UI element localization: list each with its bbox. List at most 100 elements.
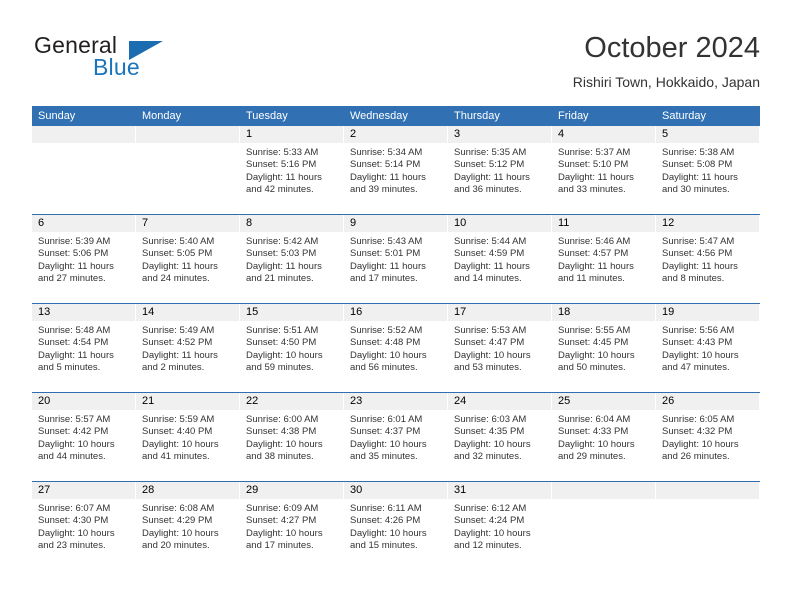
weekday-header-monday: Monday: [142, 110, 182, 122]
day-details: Sunrise: 5:55 AM Sunset: 4:45 PM Dayligh…: [552, 321, 656, 375]
day-cell[interactable]: 24 Sunrise: 6:03 AM Sunset: 4:35 PM Dayl…: [448, 393, 552, 481]
day-cell[interactable]: 13 Sunrise: 5:48 AM Sunset: 4:54 PM Dayl…: [32, 304, 136, 392]
sunset-text: Sunset: 5:03 PM: [246, 248, 317, 260]
daylight-text: Daylight: 11 hours and 14 minutes.: [454, 260, 530, 285]
day-cell[interactable]: 25 Sunrise: 6:04 AM Sunset: 4:33 PM Dayl…: [552, 393, 656, 481]
day-cell[interactable]: 12 Sunrise: 5:47 AM Sunset: 4:56 PM Dayl…: [656, 215, 760, 303]
day-number: 3: [448, 126, 552, 143]
day-cell[interactable]: 27 Sunrise: 6:07 AM Sunset: 4:30 PM Dayl…: [32, 482, 136, 570]
day-cell[interactable]: 1 Sunrise: 5:33 AM Sunset: 5:16 PM Dayli…: [240, 126, 344, 214]
day-cell[interactable]: 18 Sunrise: 5:55 AM Sunset: 4:45 PM Dayl…: [552, 304, 656, 392]
sunset-text: Sunset: 4:27 PM: [246, 515, 317, 527]
day-number: 31: [448, 482, 552, 499]
day-details: Sunrise: 5:33 AM Sunset: 5:16 PM Dayligh…: [240, 143, 344, 197]
day-details: [656, 499, 760, 503]
day-cell[interactable]: [656, 482, 760, 570]
day-cell[interactable]: 4 Sunrise: 5:37 AM Sunset: 5:10 PM Dayli…: [552, 126, 656, 214]
sunrise-text: Sunrise: 6:03 AM: [454, 414, 527, 425]
day-details: Sunrise: 5:42 AM Sunset: 5:03 PM Dayligh…: [240, 232, 344, 286]
day-cell[interactable]: 26 Sunrise: 6:05 AM Sunset: 4:32 PM Dayl…: [656, 393, 760, 481]
day-cell[interactable]: 10 Sunrise: 5:44 AM Sunset: 4:59 PM Dayl…: [448, 215, 552, 303]
sunrise-text: Sunrise: 5:56 AM: [662, 325, 735, 336]
day-details: Sunrise: 5:59 AM Sunset: 4:40 PM Dayligh…: [136, 410, 240, 464]
day-number: 14: [136, 304, 240, 321]
sunrise-text: Sunrise: 5:39 AM: [38, 236, 111, 247]
sunset-text: Sunset: 4:37 PM: [350, 426, 421, 438]
sunset-text: Sunset: 5:06 PM: [38, 248, 109, 260]
day-cell[interactable]: 23 Sunrise: 6:01 AM Sunset: 4:37 PM Dayl…: [344, 393, 448, 481]
sunrise-text: Sunrise: 6:01 AM: [350, 414, 423, 425]
sunrise-text: Sunrise: 6:00 AM: [246, 414, 319, 425]
day-cell[interactable]: 20 Sunrise: 5:57 AM Sunset: 4:42 PM Dayl…: [32, 393, 136, 481]
day-number: [552, 482, 656, 499]
daylight-text: Daylight: 11 hours and 30 minutes.: [662, 171, 738, 196]
day-cell[interactable]: 9 Sunrise: 5:43 AM Sunset: 5:01 PM Dayli…: [344, 215, 448, 303]
page-header: General Blue October 2024 Rishiri Town, …: [32, 30, 760, 100]
sunrise-text: Sunrise: 5:59 AM: [142, 414, 215, 425]
day-number: 18: [552, 304, 656, 321]
day-cell[interactable]: 15 Sunrise: 5:51 AM Sunset: 4:50 PM Dayl…: [240, 304, 344, 392]
day-number: 7: [136, 215, 240, 232]
day-details: Sunrise: 5:39 AM Sunset: 5:06 PM Dayligh…: [32, 232, 136, 286]
day-cell[interactable]: 6 Sunrise: 5:39 AM Sunset: 5:06 PM Dayli…: [32, 215, 136, 303]
day-number: 6: [32, 215, 136, 232]
calendar-page: General Blue October 2024 Rishiri Town, …: [0, 0, 792, 612]
day-cell[interactable]: 19 Sunrise: 5:56 AM Sunset: 4:43 PM Dayl…: [656, 304, 760, 392]
day-number: 27: [32, 482, 136, 499]
daylight-text: Daylight: 11 hours and 33 minutes.: [558, 171, 634, 196]
day-number: 29: [240, 482, 344, 499]
daylight-text: Daylight: 11 hours and 39 minutes.: [350, 171, 426, 196]
day-cell[interactable]: 22 Sunrise: 6:00 AM Sunset: 4:38 PM Dayl…: [240, 393, 344, 481]
sunrise-text: Sunrise: 6:08 AM: [142, 503, 215, 514]
daylight-text: Daylight: 11 hours and 5 minutes.: [38, 349, 114, 374]
day-cell[interactable]: 17 Sunrise: 5:53 AM Sunset: 4:47 PM Dayl…: [448, 304, 552, 392]
day-number: 13: [32, 304, 136, 321]
day-cell[interactable]: 21 Sunrise: 5:59 AM Sunset: 4:40 PM Dayl…: [136, 393, 240, 481]
week-row: 20 Sunrise: 5:57 AM Sunset: 4:42 PM Dayl…: [32, 392, 760, 481]
day-cell[interactable]: 28 Sunrise: 6:08 AM Sunset: 4:29 PM Dayl…: [136, 482, 240, 570]
daylight-text: Daylight: 10 hours and 26 minutes.: [662, 438, 739, 463]
day-details: Sunrise: 5:37 AM Sunset: 5:10 PM Dayligh…: [552, 143, 656, 197]
daylight-text: Daylight: 10 hours and 59 minutes.: [246, 349, 323, 374]
daylight-text: Daylight: 11 hours and 24 minutes.: [142, 260, 218, 285]
page-subtitle: Rishiri Town, Hokkaido, Japan: [572, 74, 760, 90]
day-cell[interactable]: 11 Sunrise: 5:46 AM Sunset: 4:57 PM Dayl…: [552, 215, 656, 303]
day-cell[interactable]: [136, 126, 240, 214]
sunrise-text: Sunrise: 5:42 AM: [246, 236, 319, 247]
sunset-text: Sunset: 5:10 PM: [558, 159, 629, 171]
sunset-text: Sunset: 4:42 PM: [38, 426, 109, 438]
day-number: 28: [136, 482, 240, 499]
sunset-text: Sunset: 4:24 PM: [454, 515, 525, 527]
sunrise-text: Sunrise: 5:34 AM: [350, 147, 423, 158]
day-details: Sunrise: 5:52 AM Sunset: 4:48 PM Dayligh…: [344, 321, 448, 375]
day-cell[interactable]: 8 Sunrise: 5:42 AM Sunset: 5:03 PM Dayli…: [240, 215, 344, 303]
day-cell[interactable]: 14 Sunrise: 5:49 AM Sunset: 4:52 PM Dayl…: [136, 304, 240, 392]
sunrise-text: Sunrise: 5:43 AM: [350, 236, 423, 247]
day-details: Sunrise: 5:43 AM Sunset: 5:01 PM Dayligh…: [344, 232, 448, 286]
day-cell[interactable]: [32, 126, 136, 214]
day-number: [656, 482, 760, 499]
sunset-text: Sunset: 4:38 PM: [246, 426, 317, 438]
day-details: Sunrise: 5:40 AM Sunset: 5:05 PM Dayligh…: [136, 232, 240, 286]
day-details: Sunrise: 5:57 AM Sunset: 4:42 PM Dayligh…: [32, 410, 136, 464]
sunrise-text: Sunrise: 5:49 AM: [142, 325, 215, 336]
weekday-header-thursday: Thursday: [454, 110, 500, 122]
daylight-text: Daylight: 10 hours and 29 minutes.: [558, 438, 635, 463]
day-details: Sunrise: 5:53 AM Sunset: 4:47 PM Dayligh…: [448, 321, 552, 375]
daylight-text: Daylight: 10 hours and 17 minutes.: [246, 527, 323, 552]
day-cell[interactable]: 31 Sunrise: 6:12 AM Sunset: 4:24 PM Dayl…: [448, 482, 552, 570]
sunrise-text: Sunrise: 5:52 AM: [350, 325, 423, 336]
day-cell[interactable]: 30 Sunrise: 6:11 AM Sunset: 4:26 PM Dayl…: [344, 482, 448, 570]
day-cell[interactable]: 5 Sunrise: 5:38 AM Sunset: 5:08 PM Dayli…: [656, 126, 760, 214]
daylight-text: Daylight: 10 hours and 12 minutes.: [454, 527, 531, 552]
day-cell[interactable]: 16 Sunrise: 5:52 AM Sunset: 4:48 PM Dayl…: [344, 304, 448, 392]
day-cell[interactable]: 29 Sunrise: 6:09 AM Sunset: 4:27 PM Dayl…: [240, 482, 344, 570]
day-cell[interactable]: 3 Sunrise: 5:35 AM Sunset: 5:12 PM Dayli…: [448, 126, 552, 214]
sunset-text: Sunset: 4:40 PM: [142, 426, 213, 438]
day-cell[interactable]: [552, 482, 656, 570]
day-details: Sunrise: 6:11 AM Sunset: 4:26 PM Dayligh…: [344, 499, 448, 553]
day-cell[interactable]: 7 Sunrise: 5:40 AM Sunset: 5:05 PM Dayli…: [136, 215, 240, 303]
day-cell[interactable]: 2 Sunrise: 5:34 AM Sunset: 5:14 PM Dayli…: [344, 126, 448, 214]
daylight-text: Daylight: 10 hours and 38 minutes.: [246, 438, 323, 463]
day-details: Sunrise: 6:05 AM Sunset: 4:32 PM Dayligh…: [656, 410, 760, 464]
